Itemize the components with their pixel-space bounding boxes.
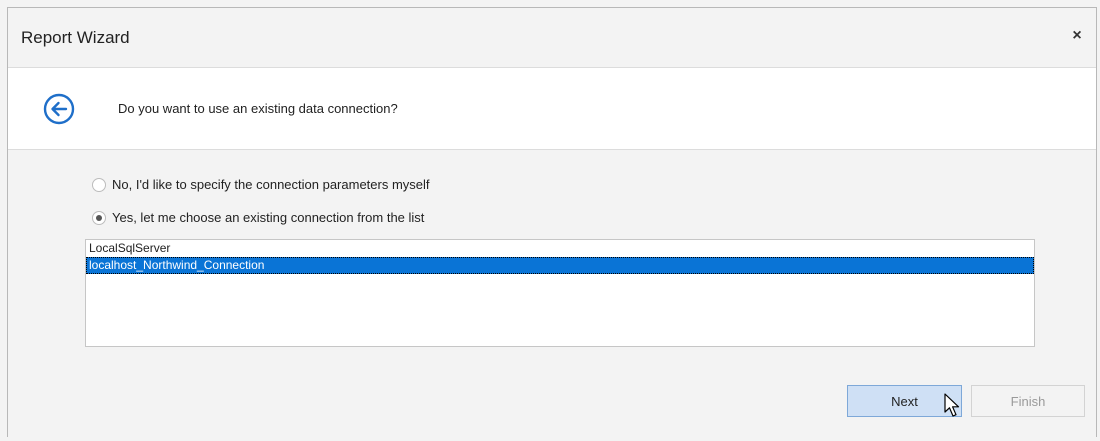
wizard-question: Do you want to use an existing data conn… — [118, 101, 398, 116]
connection-list[interactable]: LocalSqlServer localhost_Northwind_Conne… — [85, 239, 1035, 347]
window-title: Report Wizard — [21, 28, 130, 47]
list-item[interactable]: LocalSqlServer — [86, 240, 1034, 257]
wizard-header: Do you want to use an existing data conn… — [8, 67, 1096, 150]
option-label: Yes, let me choose an existing connectio… — [112, 210, 425, 225]
radio-button-checked[interactable] — [92, 210, 106, 225]
next-button[interactable]: Next — [847, 385, 962, 417]
option-existing-connection[interactable]: Yes, let me choose an existing connectio… — [92, 210, 424, 225]
report-wizard-window: Report Wizard × Do you want to use an ex… — [7, 7, 1097, 437]
close-icon[interactable]: × — [1068, 27, 1086, 45]
back-arrow-icon[interactable] — [42, 92, 76, 126]
finish-button[interactable]: Finish — [971, 385, 1085, 417]
option-label: No, I'd like to specify the connection p… — [112, 177, 430, 192]
list-item-selected[interactable]: localhost_Northwind_Connection — [86, 257, 1034, 274]
option-specify-params[interactable]: No, I'd like to specify the connection p… — [92, 177, 430, 192]
title-bar: Report Wizard × — [8, 8, 1096, 66]
radio-button[interactable] — [92, 177, 106, 192]
wizard-body: No, I'd like to specify the connection p… — [8, 150, 1096, 437]
